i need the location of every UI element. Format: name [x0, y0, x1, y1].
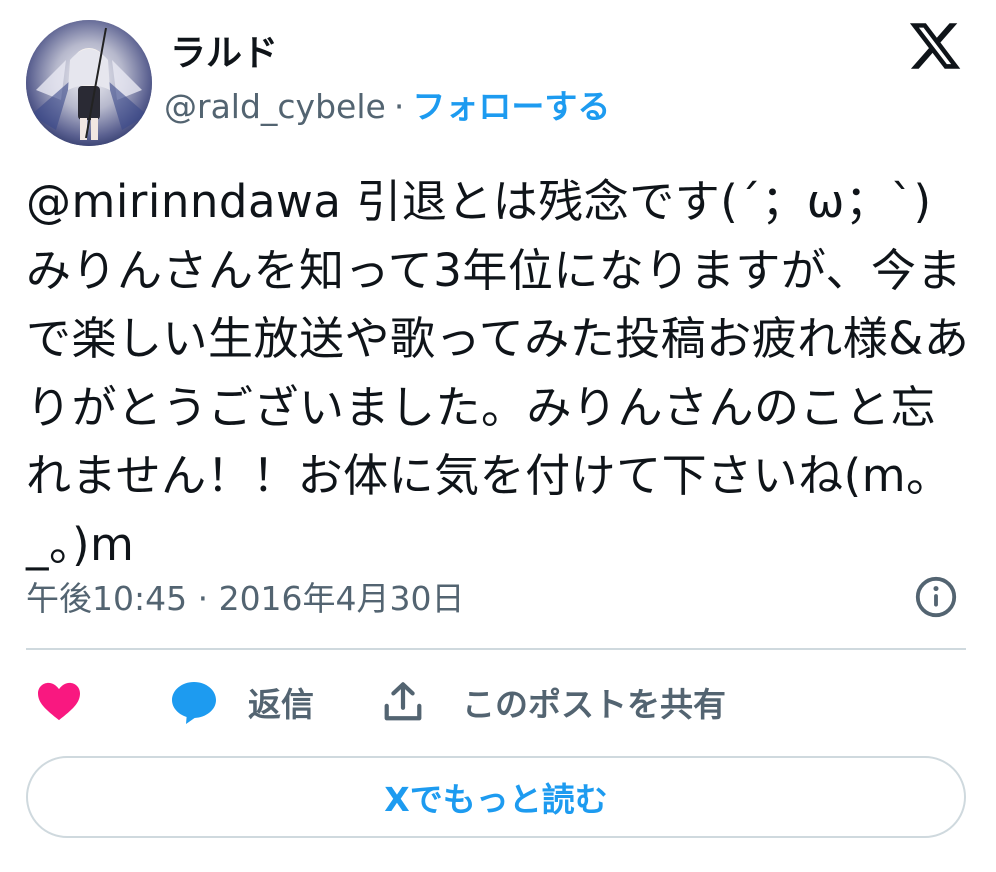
reply-bubble-icon	[172, 682, 216, 724]
share-upload-icon	[384, 682, 422, 721]
like-button[interactable]	[36, 680, 82, 722]
author-display-name[interactable]: ラルド	[170, 24, 278, 76]
post-timestamp[interactable]: 午後10:45 · 2016年4月30日	[26, 572, 465, 620]
separator-dot: ·	[393, 87, 405, 126]
avatar[interactable]	[26, 20, 152, 146]
post-text: @mirinndawa 引退とは残念です(´；ω；`)みりんさんを知って3年位に…	[26, 175, 970, 571]
follow-link[interactable]: フォローする	[412, 80, 610, 128]
divider	[26, 648, 966, 650]
share-button[interactable]: このポストを共有	[380, 678, 726, 726]
heart-icon	[38, 682, 80, 721]
reply-label: 返信	[248, 685, 314, 724]
author-handle-row: @rald_cybele · フォローする	[164, 80, 610, 128]
author-handle[interactable]: @rald_cybele	[164, 87, 386, 126]
reply-button[interactable]: 返信	[170, 678, 314, 726]
avatar-image	[26, 20, 152, 146]
info-icon[interactable]	[913, 574, 959, 620]
read-more-button[interactable]: Xでもっと読む	[26, 756, 966, 838]
embedded-post-card: ラルド @rald_cybele · フォローする @mirinndawa 引退…	[0, 0, 996, 872]
share-label: このポストを共有	[462, 685, 726, 724]
x-logo-icon[interactable]	[906, 18, 964, 74]
